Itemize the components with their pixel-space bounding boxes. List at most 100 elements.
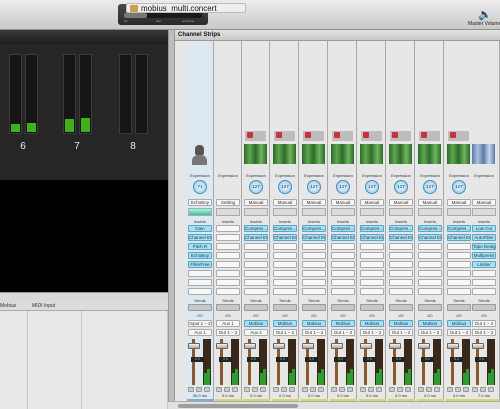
- channel-strip[interactable]: Expression 71 EchoBoy Inserts Gain Channel EQ…: [187, 41, 214, 409]
- midi-list[interactable]: [0, 311, 168, 409]
- solo-button[interactable]: [252, 387, 258, 392]
- insert-slot[interactable]: [389, 270, 413, 277]
- send-slot[interactable]: [302, 304, 326, 311]
- patch-selector[interactable]: Manual: [418, 199, 442, 206]
- patch-selector[interactable]: Manual: [472, 199, 496, 206]
- insert-slot[interactable]: Low Cut: [472, 225, 496, 232]
- output-selector[interactable]: Out 1 – 2: [447, 329, 471, 336]
- insert-slot[interactable]: [188, 288, 212, 295]
- channel-strip[interactable]: Expression Setting Inserts Sends I/O Aux 1 Out…: [215, 41, 242, 409]
- eq-thumbnail[interactable]: [331, 208, 355, 216]
- channel-strip[interactable]: Expression 127 Manual Inserts Compres… Channe…: [388, 41, 415, 409]
- input-selector[interactable]: Mobius: [244, 320, 268, 327]
- solo-button[interactable]: [455, 387, 461, 392]
- insert-slot[interactable]: [331, 261, 355, 268]
- insert-slot[interactable]: Limiter: [472, 261, 496, 268]
- output-selector[interactable]: Out 1 – 2: [389, 329, 413, 336]
- channel-strip[interactable]: Expression 127 Manual Inserts Compres… Channe…: [301, 41, 328, 409]
- insert-slot[interactable]: [331, 288, 355, 295]
- eq-thumbnail[interactable]: [418, 208, 442, 216]
- expression-knob[interactable]: 127: [394, 180, 408, 194]
- insert-slot[interactable]: [302, 243, 326, 250]
- record-button[interactable]: [376, 387, 382, 392]
- output-selector[interactable]: Out 1 – 2: [216, 329, 240, 336]
- insert-slot[interactable]: [216, 261, 240, 268]
- volume-fader[interactable]: 0.0: [188, 339, 212, 385]
- insert-slot[interactable]: [389, 243, 413, 250]
- insert-slot[interactable]: [447, 288, 471, 295]
- output-selector[interactable]: Out 1 – 2: [331, 329, 355, 336]
- send-slot[interactable]: [331, 304, 355, 311]
- mute-button[interactable]: [418, 387, 424, 392]
- record-button[interactable]: [405, 387, 411, 392]
- patch-selector[interactable]: Manual: [244, 199, 268, 206]
- send-slot[interactable]: [389, 304, 413, 311]
- output-selector[interactable]: Out 1 – 2: [273, 329, 297, 336]
- volume-fader[interactable]: 0.0: [360, 339, 384, 385]
- eq-thumbnail[interactable]: [360, 208, 384, 216]
- insert-slot[interactable]: Tape Delay: [472, 243, 496, 250]
- solo-button[interactable]: [368, 387, 374, 392]
- expression-knob[interactable]: 127: [278, 180, 292, 194]
- volume-fader[interactable]: 0.0: [244, 339, 268, 385]
- insert-slot[interactable]: [360, 261, 384, 268]
- panel-divider[interactable]: [168, 30, 175, 409]
- insert-slot[interactable]: Compres…: [418, 225, 442, 232]
- patch-selector[interactable]: Manual: [360, 199, 384, 206]
- eq-thumbnail[interactable]: [216, 208, 240, 216]
- insert-slot[interactable]: [302, 270, 326, 277]
- eq-thumbnail[interactable]: [447, 208, 471, 216]
- insert-slot[interactable]: [331, 252, 355, 259]
- insert-slot[interactable]: [331, 243, 355, 250]
- input-selector[interactable]: Aux 1: [216, 320, 240, 327]
- channel-strip[interactable]: Expression Manual Inserts Low Cut AutoFilter…: [471, 41, 500, 409]
- insert-slot[interactable]: Compres…: [389, 225, 413, 232]
- insert-slot[interactable]: Compres…: [302, 225, 326, 232]
- channel-strip[interactable]: Expression 127 Manual Inserts Compres… Channe…: [243, 41, 270, 409]
- insert-slot[interactable]: Channel EQ: [244, 234, 268, 241]
- channel-strip[interactable]: Expression 127 Manual Inserts Compres… Channe…: [446, 41, 473, 409]
- insert-slot[interactable]: [472, 288, 496, 295]
- record-button[interactable]: [260, 387, 266, 392]
- insert-slot[interactable]: [244, 288, 268, 295]
- insert-slot[interactable]: [472, 279, 496, 286]
- insert-slot[interactable]: [216, 279, 240, 286]
- send-slot[interactable]: [418, 304, 442, 311]
- insert-slot[interactable]: [244, 252, 268, 259]
- fader-handle[interactable]: [360, 343, 372, 349]
- insert-slot[interactable]: Channel EQ: [302, 234, 326, 241]
- solo-button[interactable]: [397, 387, 403, 392]
- output-selector[interactable]: Aux 2: [244, 329, 268, 336]
- input-selector[interactable]: Mobius: [418, 320, 442, 327]
- solo-button[interactable]: [426, 387, 432, 392]
- insert-slot[interactable]: [389, 279, 413, 286]
- insert-slot[interactable]: [360, 243, 384, 250]
- insert-slot[interactable]: [273, 243, 297, 250]
- patch-selector[interactable]: Manual: [447, 199, 471, 206]
- output-selector[interactable]: Out 1 – 2: [472, 329, 496, 336]
- send-slot[interactable]: [472, 304, 496, 311]
- eq-thumbnail[interactable]: [472, 208, 496, 216]
- insert-slot[interactable]: [447, 261, 471, 268]
- patch-selector[interactable]: Manual: [302, 199, 326, 206]
- eq-thumbnail[interactable]: [389, 208, 413, 216]
- insert-slot[interactable]: [389, 288, 413, 295]
- volume-fader[interactable]: 0.0: [472, 339, 496, 385]
- insert-slot[interactable]: Channel EQ: [418, 234, 442, 241]
- insert-slot[interactable]: Compres…: [360, 225, 384, 232]
- input-selector[interactable]: Mobius: [302, 320, 326, 327]
- patch-selector[interactable]: Manual: [331, 199, 355, 206]
- insert-slot[interactable]: Gain: [188, 225, 212, 232]
- volume-fader[interactable]: 0.0: [331, 339, 355, 385]
- solo-button[interactable]: [224, 387, 230, 392]
- mute-button[interactable]: [302, 387, 308, 392]
- fader-handle[interactable]: [244, 343, 256, 349]
- volume-fader[interactable]: 0.0: [302, 339, 326, 385]
- record-button[interactable]: [318, 387, 324, 392]
- input-selector[interactable]: Mobius: [360, 320, 384, 327]
- insert-slot[interactable]: [188, 279, 212, 286]
- insert-slot[interactable]: Channel EQ: [273, 234, 297, 241]
- insert-slot[interactable]: Channel EQ: [331, 234, 355, 241]
- volume-fader[interactable]: 0.0: [273, 339, 297, 385]
- fader-handle[interactable]: [331, 343, 343, 349]
